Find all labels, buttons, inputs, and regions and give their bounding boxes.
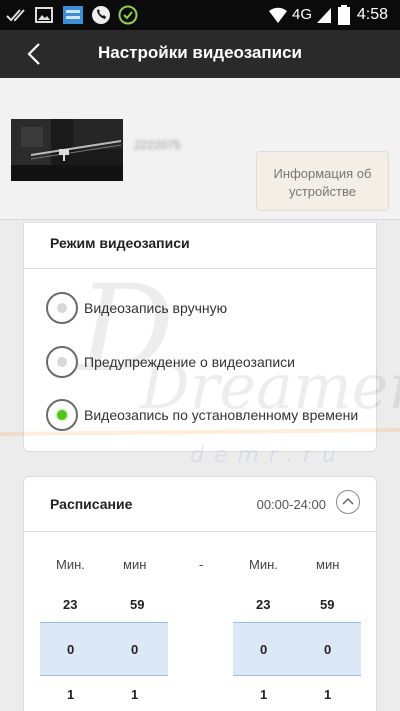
recording-mode-title: Режим видеозаписи	[50, 235, 190, 251]
clock: 4:58	[356, 6, 388, 23]
start-minute-next[interactable]: 1	[131, 687, 138, 702]
network-type: 4G	[291, 6, 312, 23]
end-hour-header: Мин.	[249, 557, 278, 572]
end-time-selection-band	[233, 622, 361, 676]
wifi-icon	[269, 7, 287, 23]
radio-label: Видеозапись по установленному времени	[84, 407, 359, 423]
start-hour-selected[interactable]: 0	[67, 642, 74, 657]
radio-dot	[57, 357, 67, 367]
divider	[24, 531, 376, 532]
start-hour-next[interactable]: 1	[67, 687, 74, 702]
start-hour-prev[interactable]: 23	[63, 597, 77, 612]
schedule-range: 00:00-24:00	[256, 497, 326, 512]
radio-label: Видеозапись вручную	[84, 300, 228, 316]
schedule-title: Расписание	[50, 496, 133, 512]
divider	[24, 268, 376, 269]
phone-call-icon	[92, 6, 110, 24]
status-bar: 4G 4:58	[0, 0, 400, 30]
radio-recording-alert[interactable]: Предупреждение о видеозаписи	[46, 346, 376, 380]
end-minute-selected[interactable]: 0	[324, 642, 331, 657]
radio-label: Предупреждение о видеозаписи	[84, 354, 295, 370]
radio-scheduled-recording[interactable]: Видеозапись по установленному времени	[46, 399, 376, 433]
end-minute-next[interactable]: 1	[324, 687, 331, 702]
radio-button[interactable]	[46, 399, 78, 431]
end-minute-header: мин	[316, 557, 340, 572]
device-name: 2222075	[134, 138, 181, 152]
app-bar: Настройки видеозаписи	[0, 30, 400, 78]
radio-manual-recording[interactable]: Видеозапись вручную	[46, 292, 376, 326]
recording-mode-card: Режим видеозаписи Видеозапись вручную Пр…	[23, 222, 377, 452]
end-hour-next[interactable]: 1	[260, 687, 267, 702]
start-minute-prev[interactable]: 59	[130, 597, 144, 612]
battery-icon	[338, 5, 350, 25]
chevron-up-icon	[342, 497, 354, 505]
schedule-card: Расписание 00:00-24:00 Мин. мин 23 59 0 …	[23, 476, 377, 711]
app-notification-icon	[63, 6, 83, 24]
radio-dot	[57, 303, 67, 313]
end-minute-prev[interactable]: 59	[320, 597, 334, 612]
camera-preview-thumbnail[interactable]	[11, 119, 123, 181]
check-circle-icon	[118, 5, 138, 25]
start-minute-selected[interactable]: 0	[131, 642, 138, 657]
page-title: Настройки видеозаписи	[97, 43, 303, 62]
start-hour-header: Мин.	[56, 557, 85, 572]
radio-dot-selected	[57, 410, 67, 420]
start-minute-header: мин	[123, 557, 147, 572]
device-info-button[interactable]: Информация об устройстве	[256, 151, 389, 211]
time-range-separator: -	[199, 557, 204, 572]
start-time-selection-band	[40, 622, 168, 676]
gallery-icon	[35, 7, 53, 23]
collapse-button[interactable]	[336, 490, 360, 514]
end-hour-prev[interactable]: 23	[256, 597, 270, 612]
double-check-icon	[6, 9, 25, 22]
end-hour-selected[interactable]: 0	[260, 642, 267, 657]
device-panel: 2222075 Информация об устройстве	[0, 78, 400, 220]
radio-button[interactable]	[46, 292, 78, 324]
signal-icon	[317, 8, 331, 23]
radio-button[interactable]	[46, 346, 78, 378]
